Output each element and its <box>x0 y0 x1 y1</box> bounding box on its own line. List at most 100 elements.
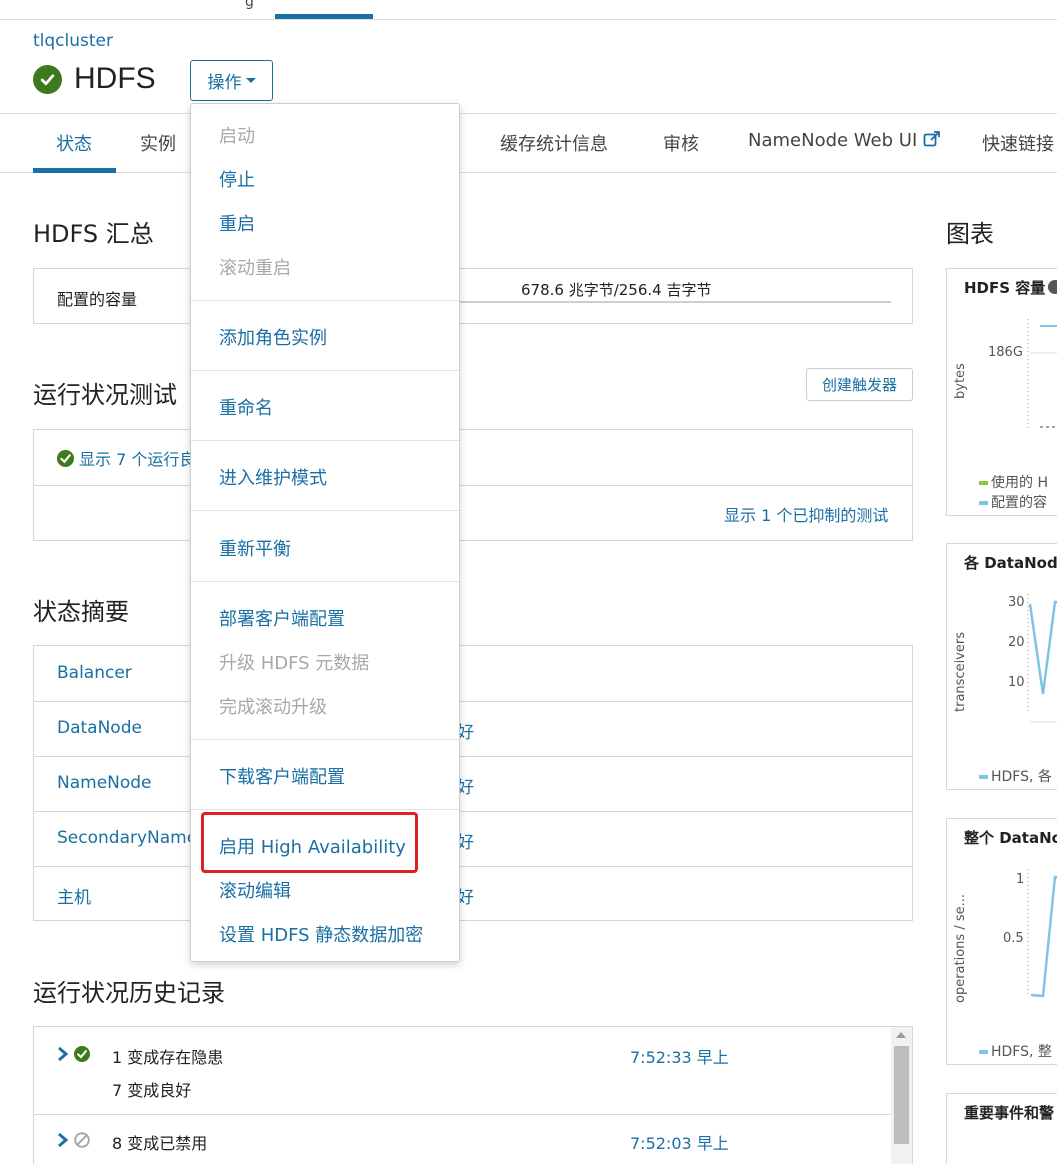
menu-item-deploy-client-config[interactable]: 部署客户端配置 <box>219 605 345 631</box>
menu-item-finalize-rolling-upgrade: 完成滚动升级 <box>219 697 327 718</box>
summary-panel: 配置的容量 678.6 兆字节/256.4 吉字节 <box>33 268 913 324</box>
menu-divider <box>191 440 459 441</box>
list-item: 8 变成已禁用 7:52:03 早上 <box>34 1114 892 1164</box>
chevron-right-icon[interactable] <box>57 1046 69 1062</box>
menu-item-rolling-restart: 滚动重启 <box>219 258 291 279</box>
menu-item-rename[interactable]: 重命名 <box>219 394 273 420</box>
legend-label: 配置的容 <box>991 495 1047 511</box>
menu-item-enter-maintenance-mode[interactable]: 进入维护模式 <box>219 464 327 490</box>
table-row: Balancer <box>34 646 912 701</box>
chart-plot <box>1027 594 1057 723</box>
menu-divider <box>191 739 459 740</box>
status-row-name[interactable]: DataNode <box>57 718 142 738</box>
top-nav-fragment[interactable]: g <box>245 0 254 10</box>
top-navigation: g <box>0 0 1057 20</box>
menu-item-stop[interactable]: 停止 <box>219 166 255 192</box>
history-scrollbar-thumb[interactable] <box>894 1046 909 1144</box>
menu-divider <box>191 510 459 511</box>
chevron-right-icon[interactable] <box>57 1132 69 1148</box>
health-history-panel: 1 变成存在隐患 7 变成良好 7:52:33 早上 8 变成已禁用 7:52:… <box>33 1026 913 1164</box>
menu-divider <box>191 300 459 301</box>
status-summary-table: Balancer DataNode 好 NameNode 好 Secondary… <box>33 645 913 921</box>
legend-label: HDFS, 整 <box>991 1044 1052 1060</box>
list-item: 1 变成存在隐患 7 变成良好 7:52:33 早上 <box>34 1027 892 1115</box>
capacity-label: 配置的容量 <box>57 290 138 309</box>
table-row: DataNode 好 <box>34 701 912 756</box>
actions-button-label: 操作 <box>207 73 242 93</box>
show-running-tests-link[interactable]: 显示 7 个运行良 <box>57 446 195 470</box>
scroll-up-icon[interactable] <box>896 1032 906 1038</box>
tab-quick-links[interactable]: 快速链接 <box>982 130 1054 156</box>
chart-title: 重要事件和警 <box>964 1104 1055 1122</box>
history-line-2: 7 变成良好 <box>112 1081 192 1100</box>
legend-swatch <box>979 1050 988 1054</box>
actions-button[interactable]: 操作 <box>190 60 273 101</box>
tab-namenode-web-ui-label: NameNode Web UI <box>748 130 918 151</box>
check-circle-icon <box>33 64 62 94</box>
chart-datanode-transceivers: 各 DataNode transceivers 30 20 10 HDFS, 各 <box>946 543 1057 790</box>
check-circle-icon <box>57 449 74 467</box>
chart-datanode-operations: 整个 DataNo operations / se... 1 0.5 HDFS,… <box>946 818 1057 1065</box>
chart-legend-item: 配置的容 <box>979 492 1047 512</box>
tab-cache-stats[interactable]: 缓存统计信息 <box>500 130 608 156</box>
chart-legend-item: 使用的 H <box>979 472 1048 492</box>
tab-instances[interactable]: 实例 <box>140 130 176 156</box>
chart-plot <box>1027 869 1057 998</box>
menu-item-roll-edits[interactable]: 滚动编辑 <box>219 877 291 903</box>
menu-item-rebalance[interactable]: 重新平衡 <box>219 535 291 561</box>
health-row-divider <box>34 485 912 486</box>
tab-namenode-web-ui[interactable]: NameNode Web UI <box>748 130 941 151</box>
history-time[interactable]: 7:52:33 早上 <box>630 1044 729 1068</box>
status-row-name[interactable]: NameNode <box>57 773 152 793</box>
service-tabs: 状态 实例 缓存统计信息 审核 NameNode Web UI 快速链接 <box>0 113 1057 173</box>
legend-label: 使用的 H <box>991 475 1048 491</box>
capacity-bar <box>459 301 891 303</box>
status-row-name[interactable]: SecondaryNameN <box>57 828 210 848</box>
charts-title: 图表 <box>946 220 994 248</box>
health-tests-panel: 显示 7 个运行良 显示 1 个已抑制的测试 <box>33 429 913 541</box>
legend-swatch <box>979 501 988 505</box>
create-trigger-button[interactable]: 创建触发器 <box>806 368 913 401</box>
disabled-circle-icon <box>74 1132 90 1148</box>
legend-swatch <box>979 775 988 779</box>
capacity-value: 678.6 兆字节/256.4 吉字节 <box>521 281 712 299</box>
menu-item-setup-encryption[interactable]: 设置 HDFS 静态数据加密 <box>219 921 423 947</box>
menu-item-download-client-config[interactable]: 下载客户端配置 <box>219 763 345 789</box>
summary-title: HDFS 汇总 <box>33 220 154 248</box>
table-row: SecondaryNameN 好 <box>34 811 912 866</box>
chart-legend-item: HDFS, 各 <box>979 766 1052 786</box>
show-running-tests-label: 显示 7 个运行良 <box>79 450 196 469</box>
chart-legend-item: HDFS, 整 <box>979 1041 1052 1061</box>
chart-important-events: 重要事件和警 <box>946 1093 1057 1164</box>
status-summary-title: 状态摘要 <box>33 598 129 626</box>
menu-divider <box>191 809 459 810</box>
status-row-name[interactable]: 主机 <box>57 883 91 908</box>
menu-item-start: 启动 <box>219 126 255 147</box>
health-history-title: 运行状况历史记录 <box>33 979 225 1007</box>
show-suppressed-tests-link[interactable]: 显示 1 个已抑制的测试 <box>724 502 888 526</box>
caret-down-icon <box>245 78 256 83</box>
menu-divider <box>191 581 459 582</box>
external-link-icon <box>923 131 940 147</box>
top-nav-active-indicator <box>275 14 373 19</box>
annotation-highlight-box <box>201 812 418 873</box>
menu-item-restart[interactable]: 重启 <box>219 210 255 236</box>
tab-status[interactable]: 状态 <box>56 130 92 156</box>
menu-item-add-role-instances[interactable]: 添加角色实例 <box>219 324 327 350</box>
history-line-1: 1 变成存在隐患 <box>112 1048 224 1067</box>
check-circle-icon <box>74 1046 90 1062</box>
health-tests-title: 运行状况测试 <box>33 381 177 409</box>
cluster-link[interactable]: tlqcluster <box>33 31 113 51</box>
history-time[interactable]: 7:52:03 早上 <box>630 1130 729 1154</box>
service-title: HDFS <box>33 62 156 96</box>
table-row: NameNode 好 <box>34 756 912 811</box>
menu-divider <box>191 370 459 371</box>
menu-item-upgrade-hdfs-metadata: 升级 HDFS 元数据 <box>219 653 370 674</box>
chart-hdfs-capacity: HDFS 容量 bytes 186G 使用的 H 配置的容 <box>946 268 1057 516</box>
table-row: 主机 好 <box>34 866 912 921</box>
legend-label: HDFS, 各 <box>991 769 1052 785</box>
status-row-name[interactable]: Balancer <box>57 663 132 683</box>
tab-active-indicator <box>33 168 116 173</box>
tab-audit[interactable]: 审核 <box>663 130 699 156</box>
history-line-1: 8 变成已禁用 <box>112 1134 208 1153</box>
